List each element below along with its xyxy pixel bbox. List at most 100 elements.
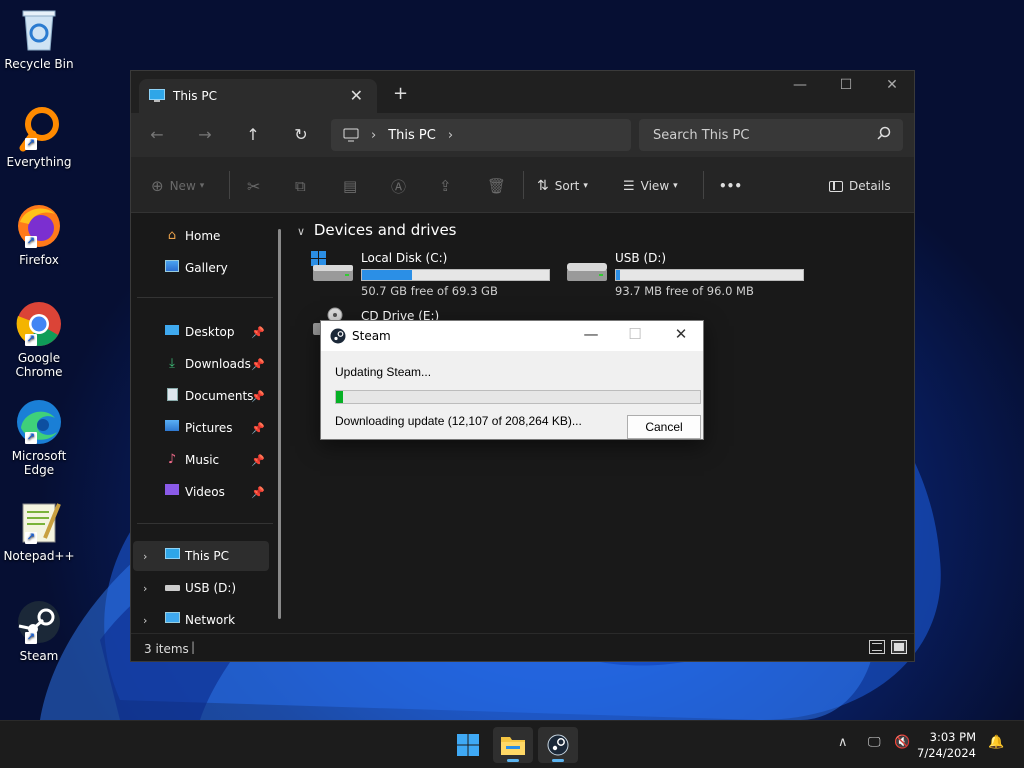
paste-button[interactable]: ▤ bbox=[343, 173, 357, 199]
view-button[interactable]: ☰ View ▾ bbox=[623, 173, 678, 199]
sidebar-item-this-pc[interactable]: › This PC bbox=[133, 541, 269, 571]
back-button[interactable]: ← bbox=[143, 123, 171, 147]
pin-icon[interactable]: 📌 bbox=[251, 454, 265, 467]
dialog-minimize-button[interactable]: — bbox=[569, 325, 613, 343]
divider bbox=[703, 171, 704, 199]
list-view-icon bbox=[872, 643, 882, 651]
desktop-icon-label: Recycle Bin bbox=[4, 57, 74, 71]
refresh-button[interactable]: ↻ bbox=[287, 123, 315, 147]
sidebar-item-label: Desktop bbox=[185, 325, 235, 339]
windows-logo-icon bbox=[457, 734, 479, 756]
scissors-icon: ✂ bbox=[247, 176, 261, 196]
desktop-icon-label: Steam bbox=[19, 649, 59, 663]
chevron-right-icon[interactable]: › bbox=[143, 582, 147, 595]
drive-usage-fill bbox=[362, 270, 413, 280]
start-button[interactable] bbox=[448, 727, 488, 763]
desktop-icon-recycle-bin[interactable]: Recycle Bin bbox=[2, 6, 76, 71]
search-placeholder: Search This PC bbox=[653, 127, 750, 143]
forward-button[interactable]: → bbox=[191, 123, 219, 147]
delete-button[interactable]: 🗑 bbox=[487, 173, 506, 199]
sidebar-item-gallery[interactable]: Gallery bbox=[133, 253, 269, 283]
download-status: Downloading update (12,107 of 208,264 KB… bbox=[335, 414, 582, 428]
rename-button[interactable]: Ⓐ bbox=[391, 173, 406, 199]
cancel-button[interactable]: Cancel bbox=[627, 415, 701, 439]
trash-icon: 🗑 bbox=[487, 177, 507, 195]
running-indicator bbox=[507, 759, 519, 762]
sidebar-item-music[interactable]: ♪ Music 📌 bbox=[133, 445, 269, 475]
new-button[interactable]: ⊕ New ▾ bbox=[151, 173, 204, 199]
taskbar: ∧ 🖵 🔇 3:03 PM 7/24/2024 🔔 bbox=[0, 720, 1024, 768]
pin-icon[interactable]: 📌 bbox=[251, 390, 265, 403]
desktop-icon-notepadpp[interactable]: ↗ Notepad++ bbox=[2, 498, 76, 563]
share-button[interactable]: ⇪ bbox=[439, 173, 452, 199]
clock[interactable]: 3:03 PM 7/24/2024 bbox=[916, 729, 976, 761]
update-progress-bar bbox=[335, 390, 701, 404]
new-tab-button[interactable]: + bbox=[393, 83, 408, 104]
cut-button[interactable]: ✂ bbox=[247, 173, 260, 199]
dialog-close-button[interactable]: ✕ bbox=[659, 325, 703, 343]
section-header[interactable]: ∨ Devices and drives bbox=[297, 221, 457, 239]
pin-icon[interactable]: 📌 bbox=[251, 486, 265, 499]
address-bar[interactable]: › This PC › bbox=[331, 119, 631, 151]
desktop-icon-firefox[interactable]: ↗ Firefox bbox=[2, 202, 76, 267]
desktop-icon-chrome[interactable]: ↗ Google Chrome bbox=[2, 300, 76, 379]
details-pane-button[interactable]: Details bbox=[829, 173, 891, 199]
large-icons-view-button[interactable] bbox=[891, 640, 907, 654]
sidebar-item-videos[interactable]: Videos 📌 bbox=[133, 477, 269, 507]
volume-muted-icon[interactable]: 🔇 bbox=[894, 735, 910, 750]
sort-button[interactable]: ⇅ Sort ▾ bbox=[537, 173, 588, 199]
hard-drive-windows-icon bbox=[311, 251, 353, 281]
close-tab-icon[interactable]: ✕ bbox=[350, 86, 363, 105]
chevron-right-icon[interactable]: › bbox=[143, 614, 147, 627]
maximize-button[interactable]: ☐ bbox=[823, 77, 869, 93]
sidebar-item-network[interactable]: › Network bbox=[133, 605, 269, 635]
folder-icon bbox=[501, 737, 525, 755]
pin-icon[interactable]: 📌 bbox=[251, 422, 265, 435]
divider bbox=[523, 171, 524, 199]
navigation-pane: ⌂ Home Gallery Desktop 📌 ⤓ Downloads 📌 D… bbox=[131, 213, 289, 633]
desktop-folder-icon bbox=[163, 324, 181, 340]
taskbar-file-explorer[interactable] bbox=[493, 727, 533, 763]
sidebar-item-pictures[interactable]: Pictures 📌 bbox=[133, 413, 269, 443]
details-view-button[interactable] bbox=[869, 640, 885, 654]
sidebar-item-documents[interactable]: Documents 📌 bbox=[133, 381, 269, 411]
minimize-button[interactable]: — bbox=[777, 77, 823, 93]
chrome-icon: ↗ bbox=[15, 300, 63, 348]
nav-scrollbar[interactable] bbox=[278, 229, 281, 619]
chevron-right-icon[interactable]: › bbox=[143, 550, 147, 563]
sidebar-item-home[interactable]: ⌂ Home bbox=[133, 221, 269, 251]
breadcrumb-this-pc[interactable]: This PC bbox=[388, 128, 436, 143]
drive-usb-d[interactable]: USB (D:) 93.7 MB free of 96.0 MB bbox=[565, 249, 805, 298]
desktop-icon-edge[interactable]: ↗ Microsoft Edge bbox=[2, 398, 76, 477]
document-icon bbox=[163, 388, 181, 404]
sidebar-item-downloads[interactable]: ⤓ Downloads 📌 bbox=[133, 349, 269, 379]
sidebar-item-label: Documents bbox=[185, 389, 254, 403]
search-input[interactable]: Search This PC bbox=[639, 119, 903, 151]
shortcut-arrow-icon: ↗ bbox=[25, 432, 37, 444]
breadcrumb-separator[interactable]: › bbox=[448, 128, 453, 143]
sidebar-item-usb[interactable]: › USB (D:) bbox=[133, 573, 269, 603]
show-hidden-icons-button[interactable]: ∧ bbox=[838, 735, 848, 750]
sidebar-item-label: Music bbox=[185, 453, 220, 467]
taskbar-steam[interactable] bbox=[538, 727, 578, 763]
sidebar-item-label: Videos bbox=[185, 485, 225, 499]
copy-button[interactable]: ⧉ bbox=[295, 173, 306, 199]
network-icon[interactable]: 🖵 bbox=[868, 735, 881, 750]
pin-icon[interactable]: 📌 bbox=[251, 326, 265, 339]
close-window-button[interactable]: ✕ bbox=[869, 77, 915, 93]
desktop-icon-steam[interactable]: ↗ Steam bbox=[2, 598, 76, 663]
more-options-button[interactable]: ••• bbox=[719, 173, 742, 199]
divider bbox=[137, 523, 273, 524]
tab-this-pc[interactable]: This PC ✕ bbox=[139, 79, 377, 113]
notifications-bell-icon[interactable]: 🔔 bbox=[988, 735, 1004, 750]
section-title: Devices and drives bbox=[313, 221, 457, 239]
pin-icon[interactable]: 📌 bbox=[251, 358, 265, 371]
pictures-icon bbox=[163, 420, 181, 436]
desktop-icon-everything[interactable]: ↗ Everything bbox=[2, 104, 76, 169]
up-button[interactable]: ↑ bbox=[239, 123, 267, 147]
details-pane-icon bbox=[829, 180, 843, 192]
drive-local-disk-c[interactable]: Local Disk (C:) 50.7 GB free of 69.3 GB bbox=[311, 249, 551, 298]
sidebar-item-desktop[interactable]: Desktop 📌 bbox=[133, 317, 269, 347]
usb-drive-icon bbox=[567, 263, 607, 281]
drive-usage-bar bbox=[615, 269, 804, 281]
